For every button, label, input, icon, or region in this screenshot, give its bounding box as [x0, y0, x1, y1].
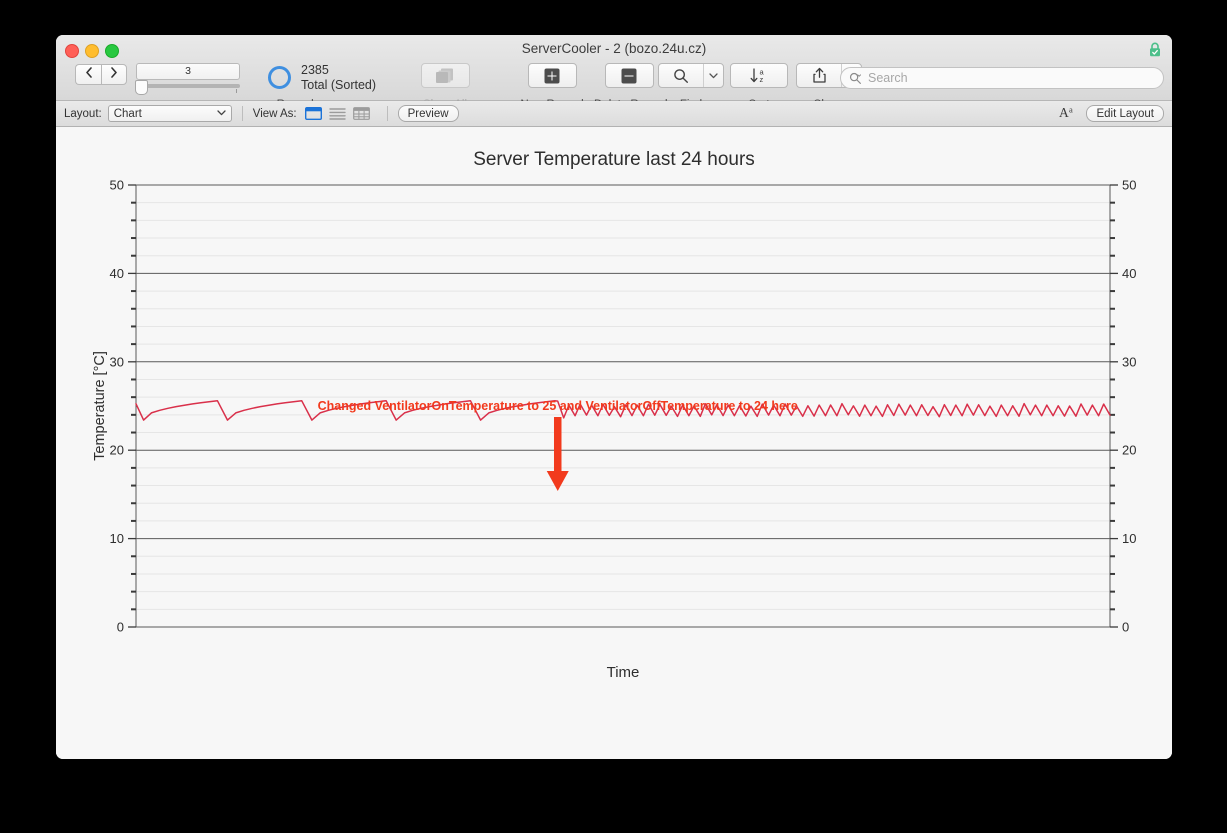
- view-table-icon[interactable]: [352, 107, 370, 120]
- layout-divider-2: [386, 106, 388, 121]
- show-all-group: Show All: [411, 63, 479, 111]
- record-navigation: [75, 64, 127, 85]
- edit-layout-button[interactable]: Edit Layout: [1086, 105, 1164, 122]
- application-window: ServerCooler - 2 (bozo.24u.cz) 3 2385 To…: [56, 35, 1172, 759]
- svg-text:z: z: [760, 75, 764, 84]
- y-tick-label: 40: [110, 266, 124, 281]
- layout-bar-right: A a Edit Layout: [1059, 105, 1164, 122]
- y-tick-label: 30: [1122, 354, 1136, 369]
- slider-tick: [236, 89, 237, 93]
- y-axis-right: 0 10 20 30 40 50: [1109, 178, 1136, 635]
- preview-label: Preview: [407, 107, 449, 120]
- sort-button[interactable]: a z: [730, 63, 788, 88]
- search-placeholder: Search: [868, 71, 908, 85]
- delete-record-group: Delete Record: [594, 63, 668, 111]
- layout-select-value: Chart: [113, 107, 142, 120]
- layout-select[interactable]: Chart: [107, 105, 232, 122]
- x-axis-label: Time: [607, 664, 640, 681]
- y-tick-label: 0: [117, 620, 124, 635]
- layout-label: Layout:: [64, 107, 102, 120]
- stacked-records-icon: [436, 68, 453, 83]
- lock-icon: [1150, 42, 1160, 57]
- found-set-indicator[interactable]: [268, 66, 291, 89]
- y-tick-label: 20: [110, 443, 124, 458]
- chevron-down-icon: [217, 109, 226, 118]
- find-button[interactable]: [658, 63, 724, 88]
- sort-az-icon: a z: [750, 68, 765, 84]
- annotation-text: Changed VentilatorOnTemperature to 25 an…: [318, 399, 798, 413]
- magnifier-icon: [674, 68, 688, 83]
- delete-record-button[interactable]: [604, 63, 654, 88]
- svg-text:a: a: [1069, 105, 1073, 115]
- y-tick-label: 10: [1122, 531, 1136, 546]
- y-tick-label: 50: [1122, 178, 1136, 193]
- record-slider[interactable]: 3: [135, 63, 240, 95]
- find-group: Find: [658, 63, 724, 111]
- preview-button[interactable]: Preview: [397, 105, 459, 122]
- record-index-value: 3: [136, 63, 240, 80]
- y-tick-label: 30: [110, 354, 124, 369]
- svg-text:A: A: [1059, 105, 1069, 119]
- record-slider-track[interactable]: [135, 80, 240, 95]
- y-tick-label: 40: [1122, 266, 1136, 281]
- new-record-group: New Record: [517, 63, 587, 111]
- view-list-icon[interactable]: [328, 107, 346, 120]
- view-form-icon[interactable]: [304, 107, 322, 120]
- y-tick-label: 50: [110, 178, 124, 193]
- search-group: Search: [840, 67, 1164, 89]
- y-axis-left: 0 10 20 30 40 50: [110, 178, 137, 635]
- view-as-label: View As:: [252, 107, 297, 120]
- text-format-icon[interactable]: A a: [1059, 105, 1076, 122]
- edit-layout-label: Edit Layout: [1096, 107, 1154, 120]
- chart-content-area: Server Temperature last 24 hours 0 10 20 30…: [56, 127, 1172, 759]
- down-arrow-annotation: [546, 417, 569, 491]
- record-slider-knob[interactable]: [135, 80, 148, 95]
- chart-annotation: Changed VentilatorOnTemperature to 25 an…: [318, 399, 798, 491]
- next-record-button[interactable]: [101, 64, 127, 85]
- search-icon: [849, 72, 862, 84]
- chart-title: Server Temperature last 24 hours: [473, 149, 755, 170]
- record-total-label: Total (Sorted): [301, 78, 377, 92]
- layout-bar: Layout: Chart View As: Preview A a Edit …: [56, 101, 1172, 127]
- share-arrow-icon: [812, 67, 826, 83]
- minus-icon: [621, 68, 637, 83]
- y-tick-label: 0: [1122, 620, 1129, 635]
- search-input[interactable]: Search: [840, 67, 1164, 89]
- find-dropdown-button[interactable]: [704, 71, 723, 81]
- title-bar: ServerCooler - 2 (bozo.24u.cz) 3 2385 To…: [56, 35, 1172, 111]
- y-tick-label: 10: [110, 531, 124, 546]
- y-tick-label: 20: [1122, 443, 1136, 458]
- chevron-left-icon: [85, 67, 92, 78]
- previous-record-button[interactable]: [75, 64, 101, 85]
- layout-divider-1: [241, 106, 243, 121]
- sort-group: a z Sort: [730, 63, 788, 111]
- show-all-button[interactable]: [420, 63, 470, 88]
- temperature-chart: Server Temperature last 24 hours 0 10 20 30…: [92, 149, 1136, 681]
- y-axis-label: Temperature [°C]: [92, 351, 108, 461]
- new-record-button[interactable]: [527, 63, 577, 88]
- chevron-right-icon: [111, 67, 117, 78]
- toolbar: 3 2385 Total (Sorted) Records: [56, 63, 1172, 111]
- window-title: ServerCooler - 2 (bozo.24u.cz): [521, 41, 707, 56]
- record-count: 2385: [301, 63, 329, 77]
- chevron-down-icon: [709, 72, 718, 78]
- screen: ServerCooler - 2 (bozo.24u.cz) 3 2385 To…: [0, 0, 1227, 833]
- plus-icon: [544, 68, 560, 83]
